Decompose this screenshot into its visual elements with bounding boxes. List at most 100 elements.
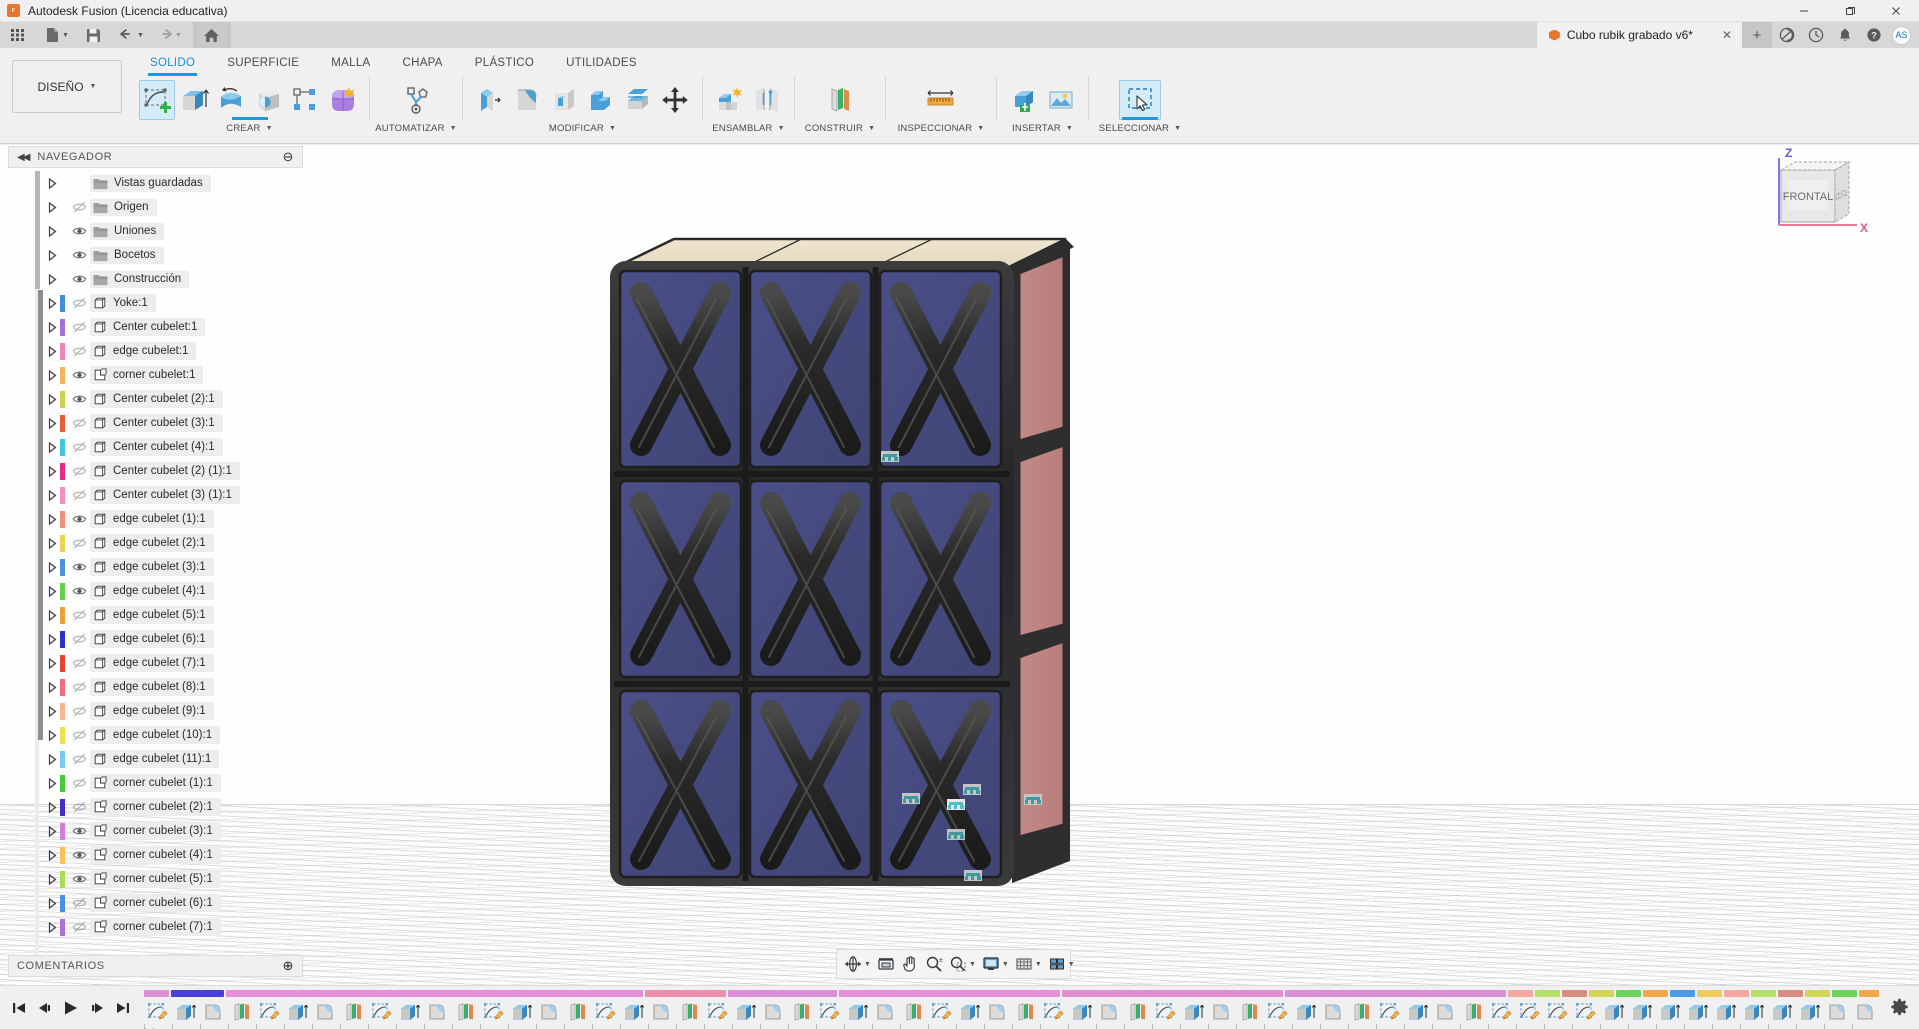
timeline-group-bar[interactable] <box>839 989 1060 997</box>
timeline-group-bar[interactable] <box>171 989 224 997</box>
timeline-feature-sketch[interactable] <box>1264 999 1292 1025</box>
tree-item-23[interactable]: edge cubelet (10):1 <box>8 723 303 747</box>
expand-arrow-icon[interactable] <box>44 747 60 771</box>
expand-arrow-icon[interactable] <box>44 219 60 243</box>
timeline-feature-sketch[interactable] <box>1488 999 1516 1025</box>
visibility-on-icon[interactable] <box>68 819 90 843</box>
tree-item-body[interactable]: corner cubelet:1 <box>90 366 204 384</box>
ribbon-group-label-modificar[interactable]: MODIFICAR ▼ <box>467 120 698 136</box>
timeline-group-bar[interactable] <box>1670 989 1695 997</box>
selection-filter-icon[interactable] <box>1119 80 1161 120</box>
visibility-on-icon[interactable] <box>68 363 90 387</box>
new-document-icon[interactable]: ▼ <box>42 22 72 48</box>
timeline-feature-appearance[interactable] <box>564 999 592 1025</box>
timeline-feature-extrude[interactable] <box>1656 999 1684 1025</box>
tree-item-10[interactable]: Center cubelet (3):1 <box>8 411 303 435</box>
timeline-group-bar[interactable] <box>1859 989 1879 997</box>
timeline-feature-fillet[interactable] <box>1208 999 1236 1025</box>
visibility-off-icon[interactable] <box>68 195 90 219</box>
close-document-tab-icon[interactable]: ✕ <box>1722 28 1732 42</box>
timeline-feature-sketch[interactable] <box>256 999 284 1025</box>
expand-arrow-icon[interactable] <box>44 291 60 315</box>
tree-item-body[interactable]: edge cubelet (8):1 <box>90 678 214 696</box>
visibility-off-icon[interactable] <box>68 435 90 459</box>
tree-item-6[interactable]: Center cubelet:1 <box>8 315 303 339</box>
expand-arrow-icon[interactable] <box>44 483 60 507</box>
timeline-feature-fillet[interactable] <box>1824 999 1852 1025</box>
expand-arrow-icon[interactable] <box>44 435 60 459</box>
tree-item-3[interactable]: Bocetos <box>8 243 303 267</box>
tree-item-body[interactable]: Center cubelet (3) (1):1 <box>90 486 240 504</box>
workspace-switcher[interactable]: DISEÑO ▼ <box>12 60 122 113</box>
timeline-feature-fillet[interactable] <box>648 999 676 1025</box>
timeline-feature-extrude[interactable] <box>1628 999 1656 1025</box>
tree-item-7[interactable]: edge cubelet:1 <box>8 339 303 363</box>
timeline-feature-extrude[interactable] <box>732 999 760 1025</box>
tree-item-body[interactable]: edge cubelet:1 <box>90 342 197 360</box>
timeline-group-bar[interactable] <box>728 989 837 997</box>
visibility-off-icon[interactable] <box>68 771 90 795</box>
grid-snap-caret-icon[interactable]: ▼ <box>1035 961 1042 968</box>
sweep-icon[interactable] <box>250 80 286 120</box>
timeline-feature-sketch[interactable] <box>1572 999 1600 1025</box>
timeline-group-bar[interactable] <box>226 989 643 997</box>
tree-item-body[interactable]: edge cubelet (10):1 <box>90 726 221 744</box>
expand-arrow-icon[interactable] <box>44 531 60 555</box>
display-mode-icon[interactable]: ▼ <box>979 950 1012 978</box>
timeline-group-bar[interactable] <box>144 989 169 997</box>
timeline-feature-appearance[interactable] <box>900 999 928 1025</box>
minimize-panel-icon[interactable]: ⊖ <box>283 149 295 165</box>
timeline-feature-extrude[interactable] <box>1796 999 1824 1025</box>
timeline-feature-sketch[interactable] <box>704 999 732 1025</box>
timeline-feature-extrude[interactable] <box>1068 999 1096 1025</box>
comments-panel-header[interactable]: COMENTARIOS ⊕ <box>8 955 303 977</box>
tab-superficie[interactable]: SUPERFICIE <box>211 52 315 74</box>
rubiks-cube-model[interactable] <box>604 233 1264 930</box>
tree-item-body[interactable]: corner cubelet (1):1 <box>90 774 221 792</box>
timeline-feature-extrude[interactable] <box>508 999 536 1025</box>
insert-derive-icon[interactable] <box>1006 80 1042 120</box>
timeline-group-bar[interactable] <box>1697 989 1722 997</box>
undo-icon[interactable]: ▼ <box>116 22 147 48</box>
orbit-icon[interactable]: ▼ <box>841 950 874 978</box>
timeline-feature-fillet[interactable] <box>536 999 564 1025</box>
tree-item-body[interactable]: edge cubelet (7):1 <box>90 654 214 672</box>
timeline-feature-extrude[interactable] <box>1712 999 1740 1025</box>
timeline-group-bar[interactable] <box>1562 989 1587 997</box>
timeline-feature-appearance[interactable] <box>1012 999 1040 1025</box>
tree-item-9[interactable]: Center cubelet (2):1 <box>8 387 303 411</box>
timeline-feature-sketch[interactable] <box>368 999 396 1025</box>
step-forward-icon[interactable] <box>84 993 110 1023</box>
visibility-on-icon[interactable] <box>68 243 90 267</box>
timeline-group-bar[interactable] <box>1751 989 1776 997</box>
timeline-group-bar[interactable] <box>1724 989 1749 997</box>
pan-icon[interactable] <box>898 950 922 978</box>
viewports-caret-icon[interactable]: ▼ <box>1068 961 1075 968</box>
document-tab[interactable]: Cubo rubik grabado v6* ✕ <box>1536 22 1742 48</box>
timeline-feature-extrude[interactable] <box>1600 999 1628 1025</box>
measure-icon[interactable] <box>920 80 962 120</box>
save-icon[interactable] <box>81 22 107 48</box>
undo-caret[interactable]: ▼ <box>137 32 144 39</box>
visibility-off-icon[interactable] <box>68 291 90 315</box>
joint-icon[interactable] <box>749 80 785 120</box>
new-document-caret[interactable]: ▼ <box>62 32 69 39</box>
tree-item-body[interactable]: corner cubelet (5):1 <box>90 870 221 888</box>
tree-item-body[interactable]: Vistas guardadas <box>90 174 211 192</box>
visibility-off-icon[interactable] <box>68 411 90 435</box>
timeline-settings-icon[interactable] <box>1879 998 1919 1017</box>
tree-item-body[interactable]: Construcción <box>90 270 190 288</box>
timeline-feature-extrude[interactable] <box>284 999 312 1025</box>
tree-item-body[interactable]: edge cubelet (2):1 <box>90 534 214 552</box>
tree-item-body[interactable]: edge cubelet (4):1 <box>90 582 214 600</box>
timeline-feature-extrude[interactable] <box>1684 999 1712 1025</box>
visibility-on-icon[interactable] <box>68 267 90 291</box>
tree-item-body[interactable]: corner cubelet (7):1 <box>90 918 221 936</box>
timeline-track[interactable]: · · <box>144 986 1879 1029</box>
tree-item-22[interactable]: edge cubelet (9):1 <box>8 699 303 723</box>
timeline-feature-appearance[interactable] <box>788 999 816 1025</box>
expand-arrow-icon[interactable] <box>44 843 60 867</box>
timeline-group-bar[interactable] <box>645 989 726 997</box>
timeline-group-bar[interactable] <box>1616 989 1641 997</box>
navigator-tree[interactable]: Vistas guardadas Origen Uniones Bocetos Cons… <box>8 168 303 958</box>
